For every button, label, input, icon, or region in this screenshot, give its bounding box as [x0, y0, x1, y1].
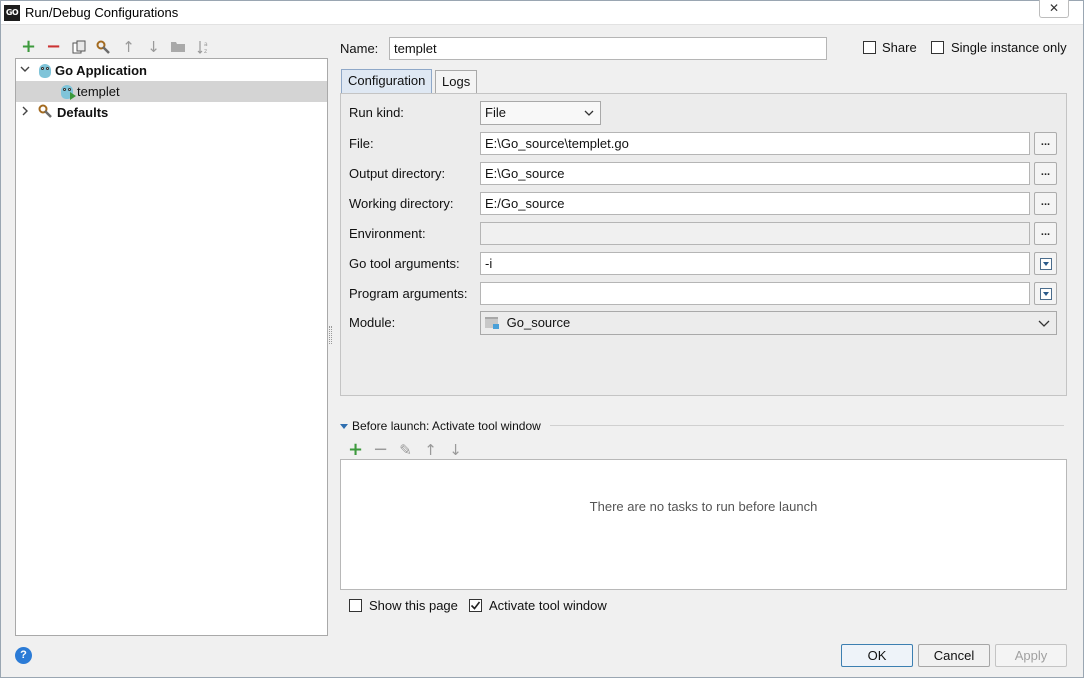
- program-arguments-label: Program arguments:: [349, 286, 468, 301]
- apply-button[interactable]: Apply: [995, 644, 1067, 667]
- run-debug-configurations-dialog: GO Run/Debug Configurations ✕ + − ↑ ↓ az: [0, 0, 1084, 678]
- activate-tool-window-label: Activate tool window: [489, 598, 607, 613]
- title-bar: GO Run/Debug Configurations ✕: [1, 0, 1083, 25]
- triangle-down-icon: [340, 424, 348, 429]
- environment-browse-button[interactable]: ...: [1034, 222, 1057, 245]
- svg-text:z: z: [204, 48, 207, 55]
- folder-icon[interactable]: [166, 37, 191, 57]
- splitter-handle[interactable]: [329, 326, 332, 344]
- working-directory-input[interactable]: E:/Go_source: [480, 192, 1030, 215]
- share-checkbox[interactable]: [863, 41, 876, 54]
- arrow-up-icon[interactable]: ↑: [418, 440, 443, 460]
- program-arguments-expand-icon[interactable]: [1034, 282, 1057, 305]
- output-directory-label: Output directory:: [349, 166, 446, 181]
- share-label: Share: [882, 40, 917, 55]
- sort-az-icon[interactable]: az: [191, 37, 216, 57]
- window-title: Run/Debug Configurations: [25, 5, 179, 20]
- before-launch-title: Before launch: Activate tool window: [352, 419, 541, 433]
- working-directory-browse-button[interactable]: ...: [1034, 192, 1057, 215]
- chevron-down-icon: [1038, 312, 1050, 342]
- copy-icon[interactable]: [66, 37, 91, 57]
- arrow-down-icon[interactable]: ↓: [141, 37, 166, 57]
- plus-icon[interactable]: +: [16, 37, 41, 57]
- tree-item-label: Defaults: [57, 105, 109, 120]
- file-label: File:: [349, 136, 374, 151]
- chevron-down-icon[interactable]: [18, 65, 32, 76]
- name-label: Name:: [340, 41, 379, 56]
- wrench-icon[interactable]: [91, 37, 116, 57]
- module-label: Module:: [349, 315, 396, 330]
- module-select[interactable]: Go_source: [480, 311, 1057, 335]
- go-gopher-icon: [38, 63, 52, 79]
- tree-item-label: templet: [77, 84, 120, 99]
- tree-item-go-application[interactable]: Go Application: [16, 60, 327, 81]
- show-this-page-label: Show this page: [369, 598, 458, 613]
- before-launch-toolbar: + − ✎ ↑ ↓: [343, 440, 468, 460]
- environment-input[interactable]: [480, 222, 1030, 245]
- arrow-up-icon[interactable]: ↑: [116, 37, 141, 57]
- single-instance-label: Single instance only: [951, 40, 1067, 55]
- activate-tool-window-checkbox[interactable]: [469, 599, 482, 612]
- go-tool-arguments-expand-icon[interactable]: [1034, 252, 1057, 275]
- tab-logs[interactable]: Logs: [435, 70, 478, 94]
- show-this-page-checkbox[interactable]: [349, 599, 362, 612]
- minus-icon[interactable]: −: [41, 37, 66, 57]
- go-run-config-icon: [60, 84, 76, 100]
- help-icon[interactable]: ?: [15, 647, 32, 664]
- goland-app-icon: GO: [4, 5, 20, 21]
- file-input[interactable]: E:\Go_source\templet.go: [480, 132, 1030, 155]
- tree-item-label: Go Application: [55, 63, 147, 78]
- go-tool-arguments-label: Go tool arguments:: [349, 256, 460, 271]
- output-directory-input[interactable]: E:\Go_source: [480, 162, 1030, 185]
- cancel-button[interactable]: Cancel: [918, 644, 990, 667]
- environment-label: Environment:: [349, 226, 426, 241]
- single-instance-checkbox[interactable]: [931, 41, 944, 54]
- program-arguments-input[interactable]: [480, 282, 1030, 305]
- ok-button[interactable]: OK: [841, 644, 913, 667]
- tree-item-templet[interactable]: templet: [16, 81, 327, 102]
- empty-tasks-message: There are no tasks to run before launch: [589, 499, 818, 514]
- configurations-tree: Go Application templet Defaults: [15, 58, 328, 636]
- arrow-down-icon[interactable]: ↓: [443, 440, 468, 460]
- svg-text:a: a: [204, 41, 208, 48]
- check-icon: [470, 601, 481, 610]
- chevron-right-icon[interactable]: [18, 106, 32, 119]
- pencil-icon[interactable]: ✎: [393, 440, 418, 460]
- tab-configuration[interactable]: Configuration: [341, 69, 433, 93]
- module-value: Go_source: [506, 315, 571, 330]
- run-kind-value: File: [485, 105, 506, 120]
- file-browse-button[interactable]: ...: [1034, 132, 1057, 155]
- close-button[interactable]: ✕: [1039, 0, 1069, 18]
- defaults-wrench-icon: [38, 104, 54, 122]
- output-directory-browse-button[interactable]: ...: [1034, 162, 1057, 185]
- minus-icon[interactable]: −: [368, 440, 393, 460]
- working-directory-label: Working directory:: [349, 196, 454, 211]
- chevron-down-icon: [584, 102, 594, 132]
- run-kind-label: Run kind:: [349, 105, 404, 120]
- configurations-toolbar: + − ↑ ↓ az: [16, 37, 216, 57]
- before-launch-task-list[interactable]: There are no tasks to run before launch: [340, 459, 1067, 590]
- module-icon: [485, 317, 499, 329]
- divider: [550, 425, 1064, 426]
- plus-icon[interactable]: +: [343, 440, 368, 460]
- go-tool-arguments-input[interactable]: -i: [480, 252, 1030, 275]
- before-launch-header[interactable]: Before launch: Activate tool window: [340, 419, 541, 433]
- run-kind-select[interactable]: File: [480, 101, 601, 125]
- name-input[interactable]: templet: [389, 37, 827, 60]
- tree-item-defaults[interactable]: Defaults: [16, 102, 327, 123]
